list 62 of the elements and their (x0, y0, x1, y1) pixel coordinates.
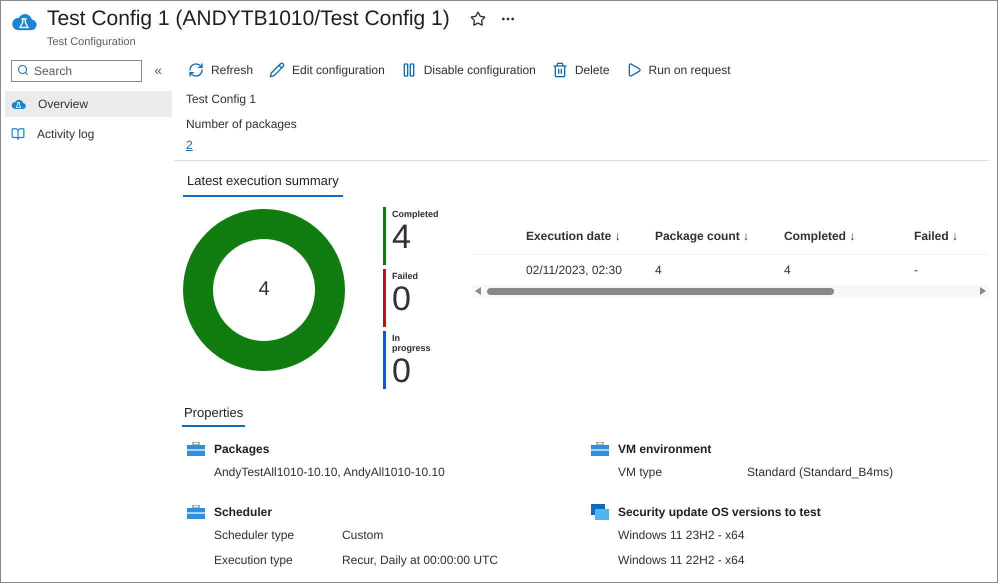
section-title: Scheduler (214, 504, 272, 521)
scroll-right-icon[interactable] (980, 287, 986, 295)
page-title: Test Config 1 (ANDYTB1010/Test Config 1) (47, 6, 450, 32)
search-field[interactable]: Search (11, 60, 142, 82)
play-icon (626, 62, 642, 78)
properties-tab[interactable]: Properties (182, 402, 246, 427)
toolbox-icon (187, 442, 205, 456)
section-title: Security update OS versions to test (618, 504, 821, 521)
property-value: AndyTestAll1010-10.10, AndyAll1010-10.10 (214, 464, 446, 480)
sidebar-item[interactable]: Overview (5, 91, 172, 117)
legend-label: Completed (392, 208, 440, 218)
legend-count: 4 (392, 218, 411, 254)
toolbar-button[interactable]: Run on request (626, 61, 731, 79)
toolbar-button[interactable]: Edit configuration (269, 61, 385, 79)
sidebar-item[interactable]: Activity log (5, 121, 172, 147)
section-title: VM environment (618, 441, 712, 458)
book-icon (11, 127, 25, 141)
table-cell-text: 02/11/2023, 02:30 (526, 262, 623, 278)
scrollbar-thumb[interactable] (487, 288, 834, 294)
donut-total: 4 (257, 276, 271, 300)
trash-icon (552, 62, 568, 78)
property-value: Windows 11 22H2 - x64 (618, 552, 746, 568)
pencil-icon (269, 62, 286, 78)
property-value: Recur, Daily at 00:00:00 UTC (342, 552, 498, 568)
scroll-left-icon[interactable] (475, 287, 481, 295)
refresh-icon (188, 62, 204, 78)
table-cell-text: 4 (784, 262, 792, 278)
toolbox-icon (187, 505, 205, 519)
property-value: Custom (342, 526, 384, 544)
table-cell-text: - (914, 262, 919, 278)
cloud-flask-icon (11, 98, 26, 110)
packages-count-link[interactable]: 2 (186, 136, 193, 154)
windows-stack-icon (591, 504, 609, 520)
collapse-button[interactable]: « (154, 60, 166, 80)
column-header[interactable]: Failed ↓ (914, 227, 989, 245)
toolbar-button[interactable]: Disable configuration (400, 61, 536, 79)
pause-icon (400, 62, 417, 78)
column-header[interactable]: Package count ↓ (655, 227, 784, 245)
toolbar-button[interactable]: Refresh (188, 61, 254, 79)
property-label: Execution type (214, 552, 294, 568)
column-header[interactable]: Execution date ↓ (526, 227, 655, 245)
property-value: Windows 11 23H2 - x64 (618, 526, 746, 544)
search-icon (17, 64, 29, 76)
legend-count: 0 (392, 352, 411, 388)
property-label: VM type (618, 464, 664, 480)
property-label: Scheduler type (214, 526, 296, 544)
page-subtitle: Test Configuration (47, 35, 137, 50)
cloud-flask-icon (11, 11, 37, 32)
section-title: Packages (214, 441, 270, 458)
table-cell-text: 4 (655, 262, 663, 278)
legend-label: Failed (392, 270, 420, 280)
field-value: Test Config 1 (186, 91, 258, 108)
column-header[interactable]: Completed ↓ (784, 227, 914, 245)
legend-label: In progress (392, 332, 432, 352)
summary-tab[interactable]: Latest execution summary (183, 171, 343, 196)
legend-count: 0 (392, 280, 412, 316)
property-value: Standard (Standard_B4ms) (747, 464, 894, 480)
star-icon[interactable] (470, 11, 486, 27)
toolbar-button[interactable]: Delete (552, 61, 610, 79)
horizontal-scrollbar[interactable] (472, 284, 989, 298)
field-label: Number of packages (186, 116, 298, 132)
toolbox-icon (591, 442, 609, 456)
